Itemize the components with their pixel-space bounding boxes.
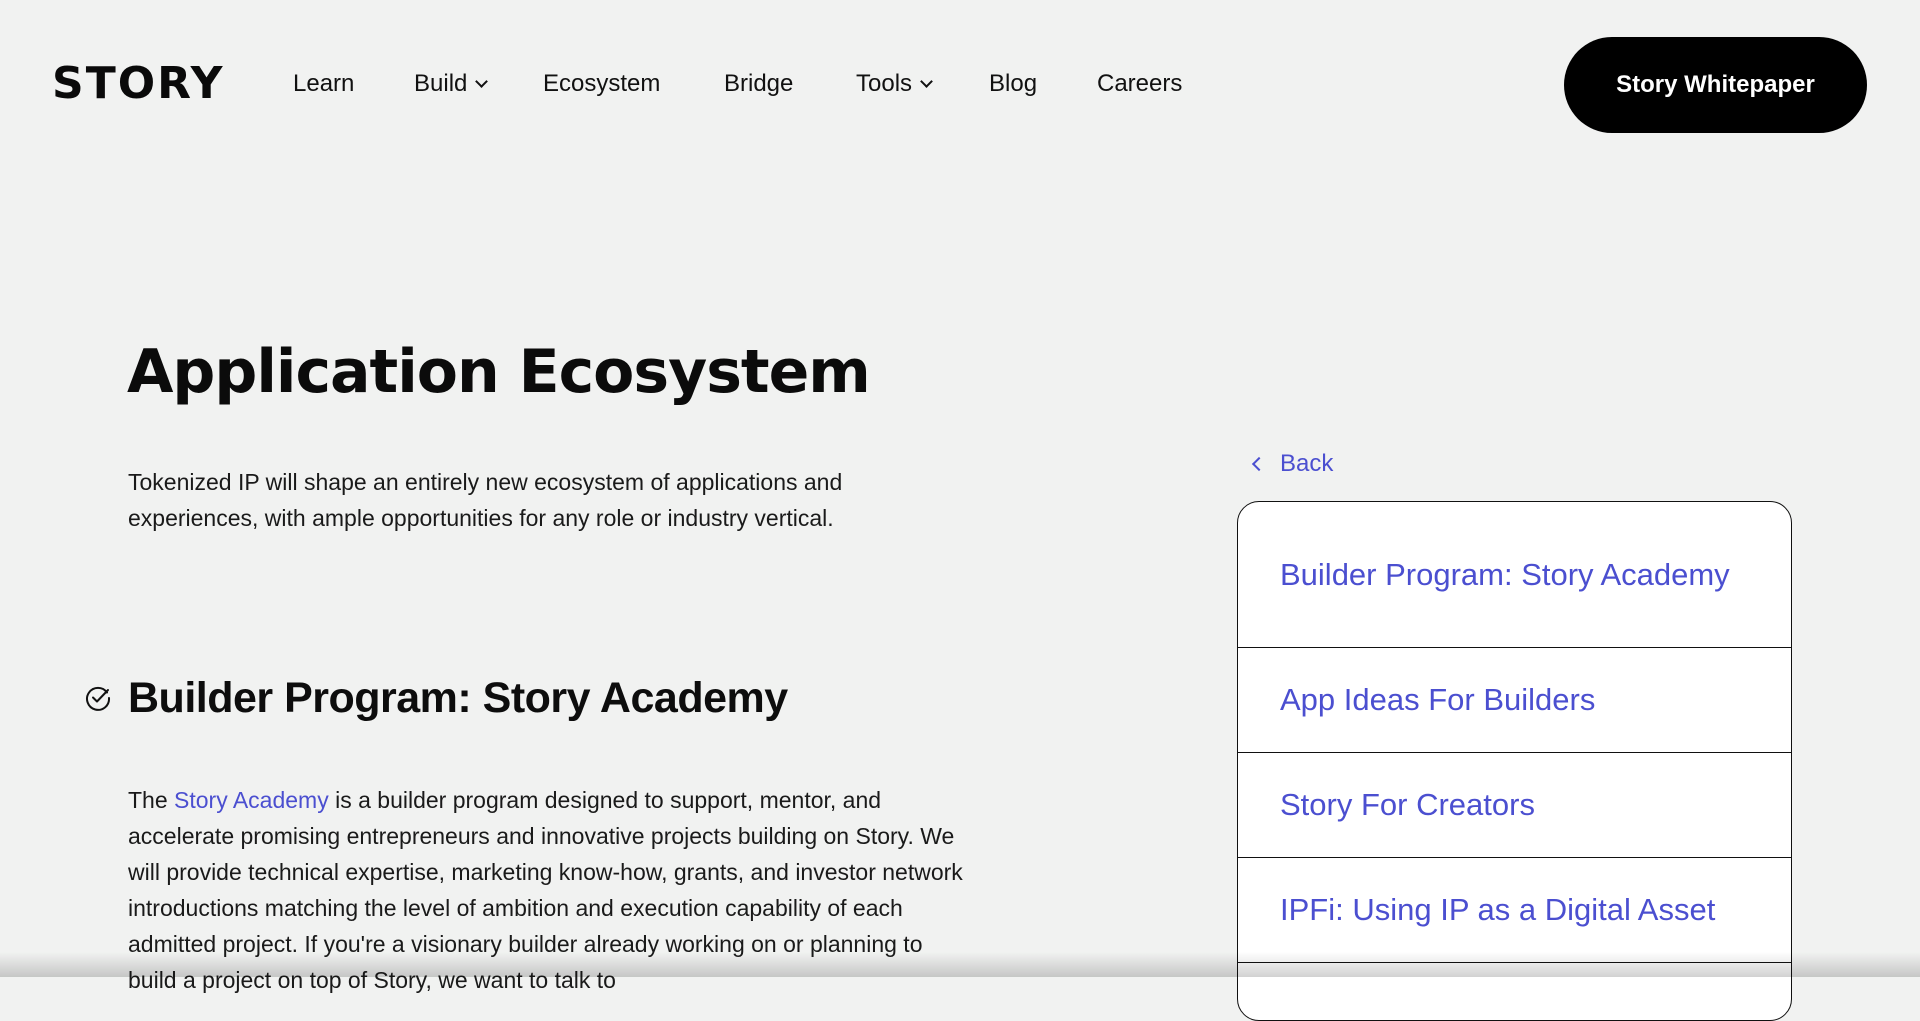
back-link[interactable]: Back xyxy=(1248,446,1333,482)
nav-item-bridge[interactable]: Bridge xyxy=(724,66,793,102)
site-header: STORY Learn Build Ecosystem Bridge Tools… xyxy=(0,0,1920,170)
chevron-down-icon xyxy=(920,75,933,88)
page-title: Application Ecosystem xyxy=(127,337,871,407)
body-rest: is a builder program designed to support… xyxy=(128,787,963,993)
whitepaper-button[interactable]: Story Whitepaper xyxy=(1564,37,1867,133)
nav-item-blog[interactable]: Blog xyxy=(989,66,1037,102)
toc-item[interactable]: Story For Creators xyxy=(1238,753,1791,858)
check-circle-icon xyxy=(86,686,111,711)
table-of-contents: Builder Program: Story Academy App Ideas… xyxy=(1237,501,1792,1021)
nav-label: Careers xyxy=(1097,70,1183,97)
nav-item-ecosystem[interactable]: Ecosystem xyxy=(543,66,660,102)
nav-item-tools[interactable]: Tools xyxy=(856,66,933,102)
nav-label: Bridge xyxy=(724,70,794,97)
body-prefix: The xyxy=(128,787,175,813)
nav-label: Blog xyxy=(989,70,1038,97)
chevron-down-icon xyxy=(475,75,489,88)
toc-item[interactable]: Builder Program: Story Academy xyxy=(1238,502,1791,648)
nav-label: Ecosystem xyxy=(543,70,661,97)
section-body: The Story Academy is a builder program d… xyxy=(128,782,968,998)
section-heading: Builder Program: Story Academy xyxy=(84,670,788,726)
back-label: Back xyxy=(1280,450,1334,477)
intro-paragraph: Tokenized IP will shape an entirely new … xyxy=(128,469,843,531)
story-logo[interactable]: STORY xyxy=(52,62,224,106)
toc-item-label: Story For Creators xyxy=(1280,787,1535,822)
story-academy-link[interactable]: Story Academy xyxy=(174,787,329,813)
nav-item-learn[interactable]: Learn xyxy=(293,66,354,102)
toc-item-label: IPFi: Using IP as a Digital Asset xyxy=(1280,892,1716,927)
toc-item[interactable]: IPFi: Using IP as a Digital Asset xyxy=(1238,858,1791,963)
toc-item[interactable]: App Ideas For Builders xyxy=(1238,648,1791,753)
nav-label: Learn xyxy=(293,70,355,97)
nav-item-build[interactable]: Build xyxy=(414,66,489,102)
section-title: Builder Program: Story Academy xyxy=(128,674,788,722)
nav-label: Tools xyxy=(856,70,913,97)
chevron-left-icon xyxy=(1251,456,1267,472)
toc-item-label: App Ideas For Builders xyxy=(1280,682,1596,717)
nav-label: Build xyxy=(414,70,468,97)
toc-item-label: Builder Program: Story Academy xyxy=(1280,556,1730,592)
nav-item-careers[interactable]: Careers xyxy=(1097,66,1182,102)
